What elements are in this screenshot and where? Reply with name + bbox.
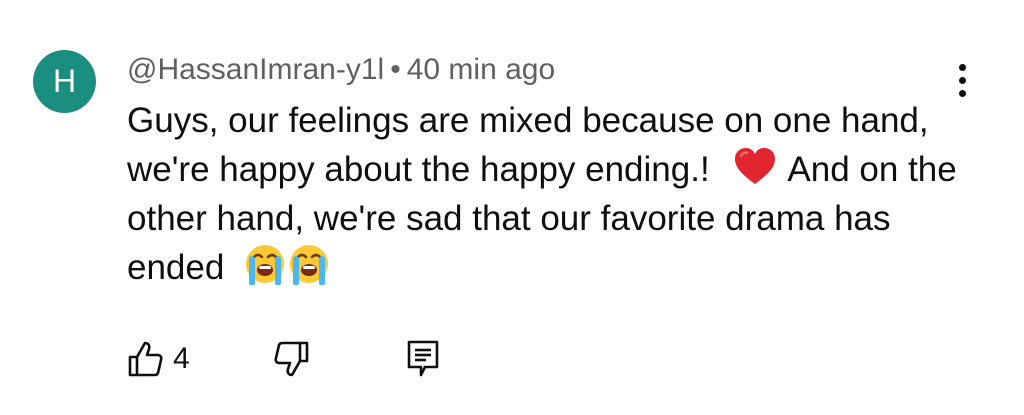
- comment-line: ended: [127, 243, 987, 292]
- comment-card: H @HassanImran-y1l • 40 min ago Guys, our …: [0, 0, 1024, 415]
- avatar[interactable]: H: [33, 50, 96, 113]
- comment-text: Guys, our feelings are mixed because on …: [127, 96, 987, 292]
- more-vertical-icon[interactable]: [944, 60, 980, 100]
- comment-line: we're happy about the happy ending.! And…: [127, 145, 987, 194]
- header-separator: •: [390, 53, 401, 86]
- like-button[interactable]: 4: [127, 337, 190, 381]
- comment-header: @HassanImran-y1l • 40 min ago: [127, 50, 555, 90]
- thumbs-down-icon: [274, 341, 309, 377]
- like-count: 4: [173, 342, 190, 375]
- loudly-crying-face-emoji: [246, 245, 285, 285]
- reply-button[interactable]: [406, 337, 440, 381]
- author-name[interactable]: @HassanImran-y1l: [127, 53, 384, 86]
- red-heart-emoji: [735, 148, 776, 184]
- comment-line: other hand, we're sad that our favorite …: [127, 199, 891, 238]
- comment-actions: 4: [127, 337, 487, 381]
- avatar-initial: H: [52, 63, 77, 99]
- reply-comment-icon: [407, 340, 439, 377]
- comment-timestamp[interactable]: 40 min ago: [407, 53, 555, 86]
- thumbs-up-icon: [128, 341, 163, 377]
- dislike-button[interactable]: [274, 337, 310, 381]
- comment-line: Guys, our feelings are mixed because on …: [127, 101, 929, 140]
- loudly-crying-face-emoji: [290, 245, 329, 285]
